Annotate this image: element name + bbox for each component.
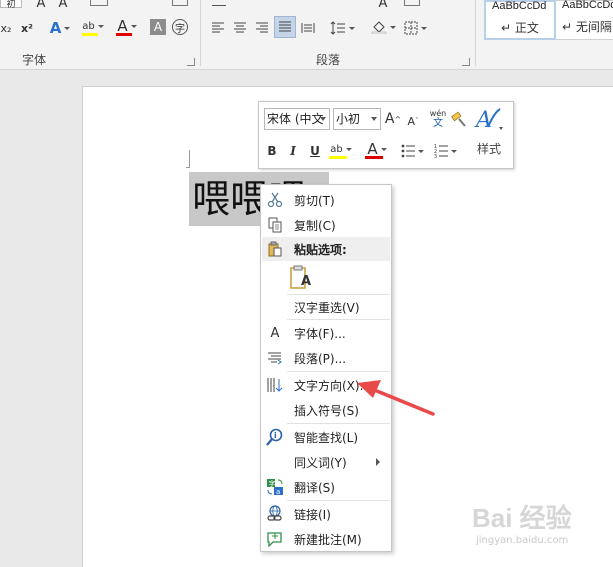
arrow-shape <box>357 380 435 416</box>
watermark-logo: Bai 经验 <box>472 503 572 533</box>
watermark-url: jingyan.baidu.com <box>476 535 569 546</box>
annotation-arrow <box>357 380 435 416</box>
watermark: Bai 经验 jingyan.baidu.com <box>472 498 612 558</box>
